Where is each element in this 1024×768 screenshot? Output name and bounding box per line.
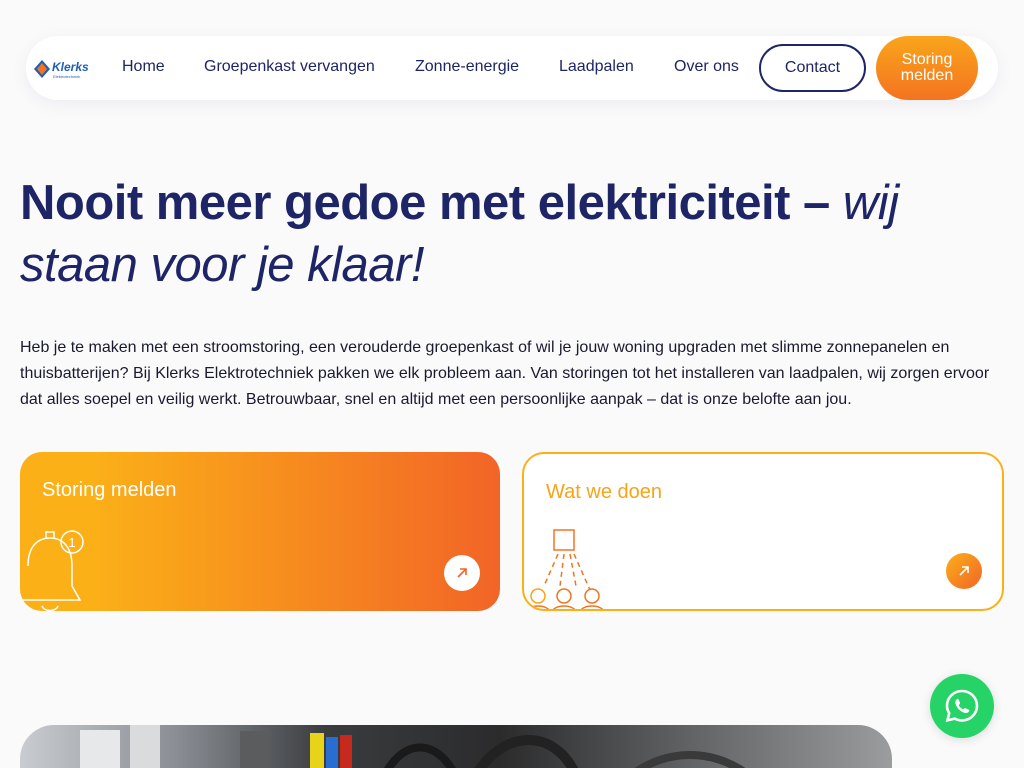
- whatsapp-icon: [945, 689, 979, 723]
- team-icon: [530, 529, 604, 609]
- electrical-work-photo: [20, 725, 892, 768]
- card-title: Wat we doen: [546, 481, 662, 503]
- hero-title: Nooit meer gedoe met elektriciteit – wij…: [20, 172, 1010, 296]
- nav-link-groepenkast[interactable]: Groepenkast vervangen: [204, 58, 375, 76]
- bell-notification-icon: 1: [20, 530, 84, 611]
- whatsapp-button[interactable]: [930, 674, 994, 738]
- hero-title-bold: Nooit meer gedoe met elektriciteit –: [20, 176, 843, 230]
- notification-badge-count: 1: [68, 535, 75, 550]
- nav-link-laadpalen[interactable]: Laadpalen: [559, 58, 634, 76]
- logo-subtitle: Elektrotechniek: [53, 74, 80, 79]
- nav-link-over-ons[interactable]: Over ons: [674, 58, 739, 76]
- arrow-up-right-icon: [959, 566, 969, 576]
- storing-melden-card[interactable]: Storing melden 1: [20, 452, 500, 611]
- nav-link-zonne-energie[interactable]: Zonne-energie: [415, 58, 519, 76]
- nav-link-home[interactable]: Home: [122, 58, 165, 76]
- card-title: Storing melden: [42, 479, 177, 501]
- contact-button[interactable]: Contact: [759, 44, 866, 92]
- klerks-logo[interactable]: Klerks Elektrotechniek: [32, 54, 100, 84]
- wat-we-doen-card[interactable]: Wat we doen: [522, 452, 1004, 611]
- arrow-up-right-icon: [457, 568, 467, 578]
- storing-melden-label: Storing melden: [900, 51, 954, 84]
- logo-wordmark: Klerks: [52, 60, 89, 74]
- main-navigation: Klerks Elektrotechniek Home Groepenkast …: [26, 36, 998, 100]
- intro-paragraph: Heb je te maken met een stroomstoring, e…: [20, 339, 990, 408]
- storing-melden-button[interactable]: Storing melden: [876, 36, 978, 100]
- arrow-up-right-button[interactable]: [946, 553, 982, 589]
- arrow-up-right-button[interactable]: [444, 555, 480, 591]
